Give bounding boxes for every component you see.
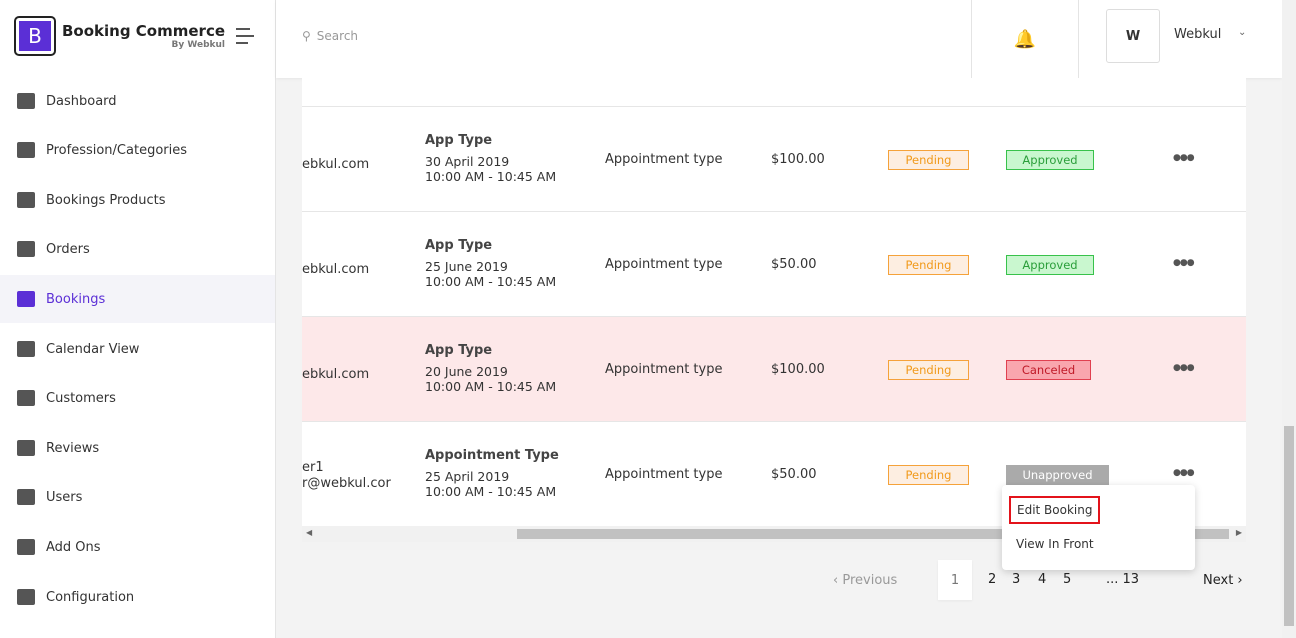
page-2-button[interactable]: 2 — [988, 572, 996, 587]
booking-slot: 20 June 2019 10:00 AM - 10:45 AM — [425, 364, 557, 394]
username[interactable]: Webkul — [1174, 27, 1221, 42]
brand-logo[interactable]: B Booking Commerce By Webkul — [14, 16, 225, 56]
booking-type: Appointment type — [605, 362, 723, 377]
product-name: App Type — [425, 133, 493, 148]
more-actions-icon[interactable]: ●●● — [1173, 258, 1195, 268]
next-page-button[interactable]: Next › — [1203, 573, 1243, 588]
booking-type: Appointment type — [605, 257, 723, 272]
gear-icon — [17, 589, 35, 605]
scroll-left-icon[interactable]: ◀ — [306, 528, 312, 537]
customer-email: ebkul.com — [302, 157, 370, 172]
last-page-button[interactable]: ... 13 — [1106, 572, 1139, 587]
users-icon — [17, 489, 35, 505]
sidebar-item-label: Reviews — [46, 440, 100, 456]
puzzle-icon — [17, 539, 35, 555]
status-badge: Canceled — [1006, 360, 1091, 380]
sidebar-item-label: Configuration — [46, 589, 135, 605]
table-row: ebkul.com App Type 30 April 2019 10:00 AM … — [302, 106, 1246, 211]
chevron-down-icon[interactable]: ⌄ — [1238, 27, 1246, 38]
sidebar-item-label: Users — [46, 489, 83, 505]
table-row: ebkul.com App Type 25 June 2019 10:00 AM -… — [302, 211, 1246, 316]
view-in-front-menu-item[interactable]: View In Front — [1016, 537, 1094, 551]
categories-icon — [17, 142, 35, 158]
bell-icon: 🔔 — [1013, 28, 1037, 50]
more-actions-icon[interactable]: ●●● — [1173, 363, 1195, 373]
scroll-thumb[interactable] — [1284, 426, 1294, 626]
sidebar-item-profession-categories[interactable]: Profession/Categories — [0, 126, 275, 174]
sidebar-item-label: Bookings Products — [46, 192, 166, 208]
menu-toggle-icon[interactable] — [236, 28, 254, 49]
bookings-table: ebkul.com App Type 30 April 2019 10:00 AM … — [302, 78, 1246, 526]
sidebar-item-bookings-products[interactable]: Bookings Products — [0, 176, 275, 224]
table-row — [302, 78, 1246, 106]
calendar-product-icon — [17, 192, 35, 208]
price: $100.00 — [771, 152, 825, 167]
customer-email: er1 r@webkul.cor — [302, 460, 391, 491]
vertical-scrollbar[interactable] — [1282, 0, 1296, 638]
search-input[interactable]: ⚲ Search — [302, 29, 358, 43]
more-actions-icon[interactable]: ●●● — [1173, 153, 1195, 163]
top-header: ⚲ Search 🔔 W Webkul ⌄ — [276, 0, 1282, 78]
search-icon: ⚲ — [302, 29, 311, 43]
table-row: ebkul.com App Type 20 June 2019 10:00 AM -… — [302, 316, 1246, 421]
scroll-right-icon[interactable]: ▶ — [1236, 528, 1242, 537]
product-name: App Type — [425, 238, 493, 253]
sidebar-item-users[interactable]: Users — [0, 473, 275, 521]
logo-icon: B — [14, 16, 56, 56]
notification-button[interactable]: 🔔 — [971, 0, 1079, 78]
page-3-button[interactable]: 3 — [1012, 572, 1020, 587]
page-4-button[interactable]: 4 — [1038, 572, 1046, 587]
brand-title: Booking Commerce — [62, 22, 226, 40]
sidebar-item-dashboard[interactable]: Dashboard — [0, 77, 275, 125]
page-1-button[interactable]: 1 — [938, 560, 972, 600]
price: $50.00 — [771, 257, 817, 272]
bookings-icon — [17, 291, 35, 307]
status-badge: Approved — [1006, 150, 1094, 170]
row-action-menu: Edit Booking View In Front — [1002, 485, 1195, 570]
customer-email: ebkul.com — [302, 262, 370, 277]
product-name: App Type — [425, 343, 493, 358]
product-name: Appointment Type — [425, 448, 559, 463]
sidebar-item-orders[interactable]: Orders — [0, 225, 275, 273]
sidebar-item-label: Bookings — [46, 291, 106, 307]
sidebar-item-label: Dashboard — [46, 93, 117, 109]
brand-subtitle: By Webkul — [171, 40, 226, 50]
price: $50.00 — [771, 467, 817, 482]
payment-status-badge: Pending — [888, 150, 969, 170]
previous-page-button[interactable]: ‹ Previous — [833, 573, 897, 588]
sidebar: B Booking Commerce By Webkul Dashboard Pr… — [0, 0, 276, 638]
sidebar-item-customers[interactable]: Customers — [0, 374, 275, 422]
sidebar-item-label: Calendar View — [46, 341, 140, 357]
booking-slot: 30 April 2019 10:00 AM - 10:45 AM — [425, 154, 557, 184]
more-actions-icon[interactable]: ●●● — [1173, 468, 1195, 478]
sidebar-item-bookings[interactable]: Bookings — [0, 275, 275, 323]
payment-status-badge: Pending — [888, 465, 969, 485]
sidebar-item-label: Customers — [46, 390, 116, 406]
sidebar-item-label: Profession/Categories — [46, 142, 188, 158]
sidebar-item-configuration[interactable]: Configuration — [0, 573, 275, 621]
sidebar-item-add-ons[interactable]: Add Ons — [0, 523, 275, 571]
star-icon — [17, 440, 35, 456]
booking-slot: 25 June 2019 10:00 AM - 10:45 AM — [425, 259, 557, 289]
avatar[interactable]: W — [1106, 9, 1160, 63]
status-badge: Approved — [1006, 255, 1094, 275]
sidebar-item-reviews[interactable]: Reviews — [0, 424, 275, 472]
sidebar-item-calendar-view[interactable]: Calendar View — [0, 325, 275, 373]
user-icon — [17, 390, 35, 406]
orders-icon — [17, 241, 35, 257]
booking-type: Appointment type — [605, 152, 723, 167]
payment-status-badge: Pending — [888, 255, 969, 275]
sidebar-item-label: Add Ons — [46, 539, 101, 555]
customer-email: ebkul.com — [302, 367, 370, 382]
booking-slot: 25 April 2019 10:00 AM - 10:45 AM — [425, 469, 557, 499]
status-badge: Unapproved — [1006, 465, 1109, 485]
grid-calendar-icon — [17, 341, 35, 357]
page-5-button[interactable]: 5 — [1063, 572, 1071, 587]
dashboard-icon — [17, 93, 35, 109]
sidebar-item-label: Orders — [46, 241, 90, 257]
payment-status-badge: Pending — [888, 360, 969, 380]
booking-type: Appointment type — [605, 467, 723, 482]
edit-booking-menu-item[interactable]: Edit Booking — [1009, 496, 1101, 524]
price: $100.00 — [771, 362, 825, 377]
